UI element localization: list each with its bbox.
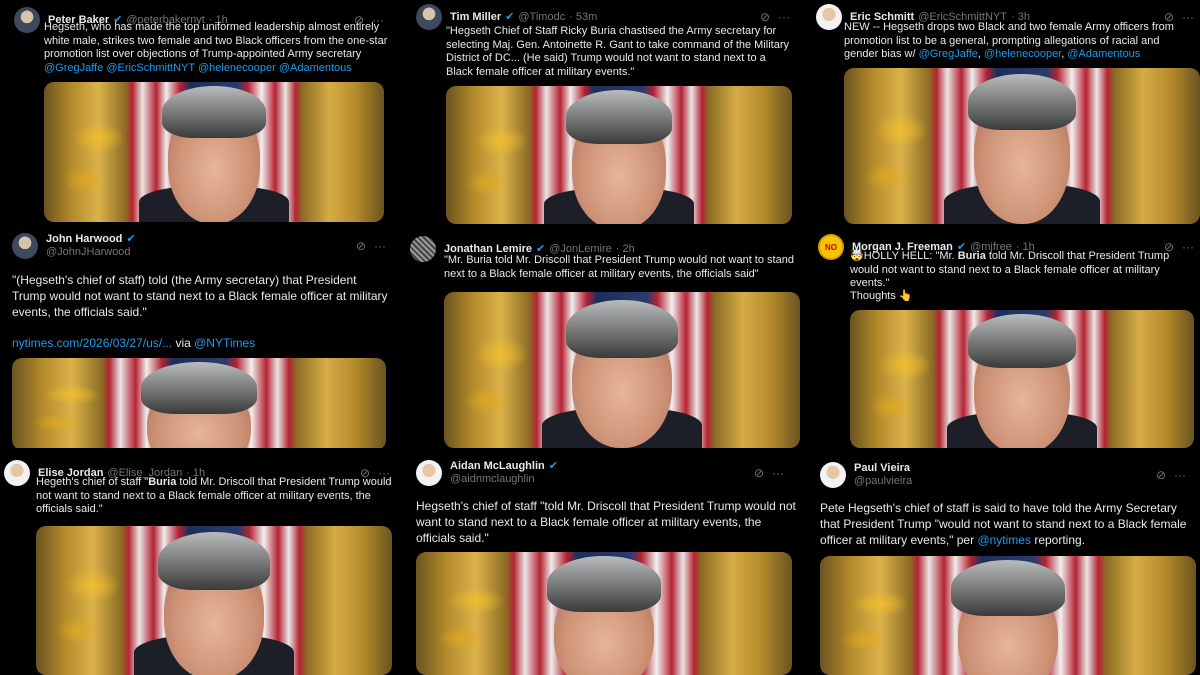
avatar[interactable] (816, 4, 842, 30)
avatar[interactable] (14, 7, 40, 33)
author-handle[interactable]: @JohnJHarwood (46, 246, 136, 259)
tweet-photo[interactable] (444, 292, 800, 448)
avatar-label: NO (825, 242, 837, 252)
avatar[interactable] (416, 460, 442, 486)
tweet-text: "(Hegseth's chief of staff) told (the Ar… (12, 273, 388, 319)
photo-hair (162, 86, 266, 138)
avatar[interactable] (820, 462, 846, 488)
author-name[interactable]: John Harwood (46, 233, 122, 246)
tweet-card[interactable]: Elise Jordan @Elise_Jordan · 1h ⊘ ··· He… (0, 452, 400, 675)
tweet-photo[interactable] (12, 358, 386, 448)
author-name[interactable]: Tim Miller (450, 11, 501, 23)
tweet-text: "Mr. Buria told Mr. Driscoll that Presid… (444, 254, 794, 280)
mention-link[interactable]: @NYTimes (194, 336, 255, 350)
grok-icon[interactable]: ⊘ (356, 239, 366, 253)
tweet-card[interactable]: Peter Baker ✔ @peterbakernyt · 1h ⊘ ··· … (0, 0, 396, 224)
mention-link[interactable]: @nytimes (977, 533, 1031, 547)
avatar[interactable] (4, 460, 30, 486)
mention-link[interactable]: @Adamentous (1067, 48, 1140, 60)
avatar[interactable] (12, 233, 38, 259)
tweet-header: Aidan McLaughlin ✔ @aidnmclaughlin ⊘ ··· (416, 460, 784, 486)
grok-icon[interactable]: ⊘ (1156, 468, 1166, 482)
mention-links[interactable]: @GregJaffe @EricSchmittNYT @helenecooper… (44, 62, 352, 74)
photo-hair (566, 90, 672, 144)
tweet-photo[interactable] (36, 526, 392, 675)
verified-badge-icon: ✔ (505, 10, 515, 23)
tweet-photo[interactable] (416, 552, 792, 675)
tweet-text: 🤯HOLLY HELL: "Mr. Buria told Mr. Driscol… (850, 250, 1170, 289)
verified-badge-icon: ✔ (536, 242, 546, 255)
tweet-card[interactable]: Paul Vieira @paulvieira ⊘ ··· Pete Hegse… (812, 452, 1200, 675)
tweet-photo[interactable] (850, 310, 1194, 448)
tweet-link-line: nytimes.com/2026/03/27/us/... via @NYTim… (12, 336, 256, 350)
tweet-photo[interactable] (44, 82, 384, 222)
mention-link[interactable]: @helenecooper (984, 48, 1061, 60)
tweet-text: Hegseth's chief of staff "told Mr. Drisc… (416, 499, 796, 545)
author-handle[interactable]: @Timodc (518, 11, 565, 23)
grok-icon[interactable]: ⊘ (760, 10, 770, 24)
author-handle[interactable]: @aidnmclaughlin (450, 473, 558, 486)
avatar[interactable] (410, 236, 436, 262)
tweet-card[interactable]: Tim Miller ✔ @Timodc · 53m ⊘ ··· "Hegset… (408, 0, 800, 224)
grok-icon[interactable]: ⊘ (754, 466, 764, 480)
verified-badge-icon: ✔ (548, 460, 558, 472)
photo-hair (158, 532, 270, 590)
tweet-card[interactable]: John Harwood ✔ @JohnJHarwood ⊘ ··· "(Heg… (0, 226, 398, 448)
more-icon[interactable]: ··· (778, 10, 790, 24)
tweet-photo[interactable] (820, 556, 1196, 675)
verified-badge-icon: ✔ (126, 233, 136, 245)
tweet-text: NEW -- Hegseth drops two Black and two f… (844, 21, 1174, 60)
more-icon[interactable]: ··· (374, 239, 386, 253)
photo-hair (547, 556, 661, 612)
tweet-card[interactable]: Aidan McLaughlin ✔ @aidnmclaughlin ⊘ ···… (408, 452, 800, 675)
tweet-text: Hegeth's chief of staff "Buria told Mr. … (36, 476, 392, 515)
avatar[interactable]: NO (818, 234, 844, 260)
timestamp[interactable]: · 53m (569, 11, 597, 23)
tweet-text-thoughts: Thoughts 👆 (850, 290, 913, 302)
tweet-text: "Hegseth Chief of Staff Ricky Buria chas… (446, 25, 789, 78)
author-handle[interactable]: @paulvieira (854, 475, 912, 488)
author-name[interactable]: Paul Vieira (854, 462, 912, 475)
author-name[interactable]: Aidan McLaughlin (450, 460, 545, 473)
avatar[interactable] (416, 4, 442, 30)
mention-link[interactable]: @GregJaffe (919, 48, 978, 60)
photo-hair (141, 362, 257, 414)
tweet-header: Paul Vieira @paulvieira ⊘ ··· (820, 462, 1186, 488)
photo-hair (968, 74, 1076, 130)
tweet-photo[interactable] (844, 68, 1200, 224)
tweet-card[interactable]: Jonathan Lemire ✔ @JonLemire · 2h "Mr. B… (408, 226, 800, 448)
article-link[interactable]: nytimes.com/2026/03/27/us/... (12, 336, 172, 350)
photo-hair (566, 300, 678, 358)
tweet-card[interactable]: NO Morgan J. Freeman ✔ @mjfree · 1h ⊘ ··… (812, 226, 1200, 448)
photo-hair (951, 560, 1065, 616)
tweet-text: Hegseth, who has made the top uniformed … (44, 21, 388, 74)
more-icon[interactable]: ··· (772, 466, 784, 480)
tweet-card[interactable]: Eric Schmitt @EricSchmittNYT · 3h ⊘ ··· … (812, 0, 1200, 224)
tweet-photo[interactable] (446, 86, 792, 224)
tweet-header: John Harwood ✔ @JohnJHarwood ⊘ ··· (12, 233, 386, 259)
photo-hair (968, 314, 1076, 368)
more-icon[interactable]: ··· (1174, 468, 1186, 482)
tweet-text: Pete Hegseth's chief of staff is said to… (820, 501, 1187, 547)
